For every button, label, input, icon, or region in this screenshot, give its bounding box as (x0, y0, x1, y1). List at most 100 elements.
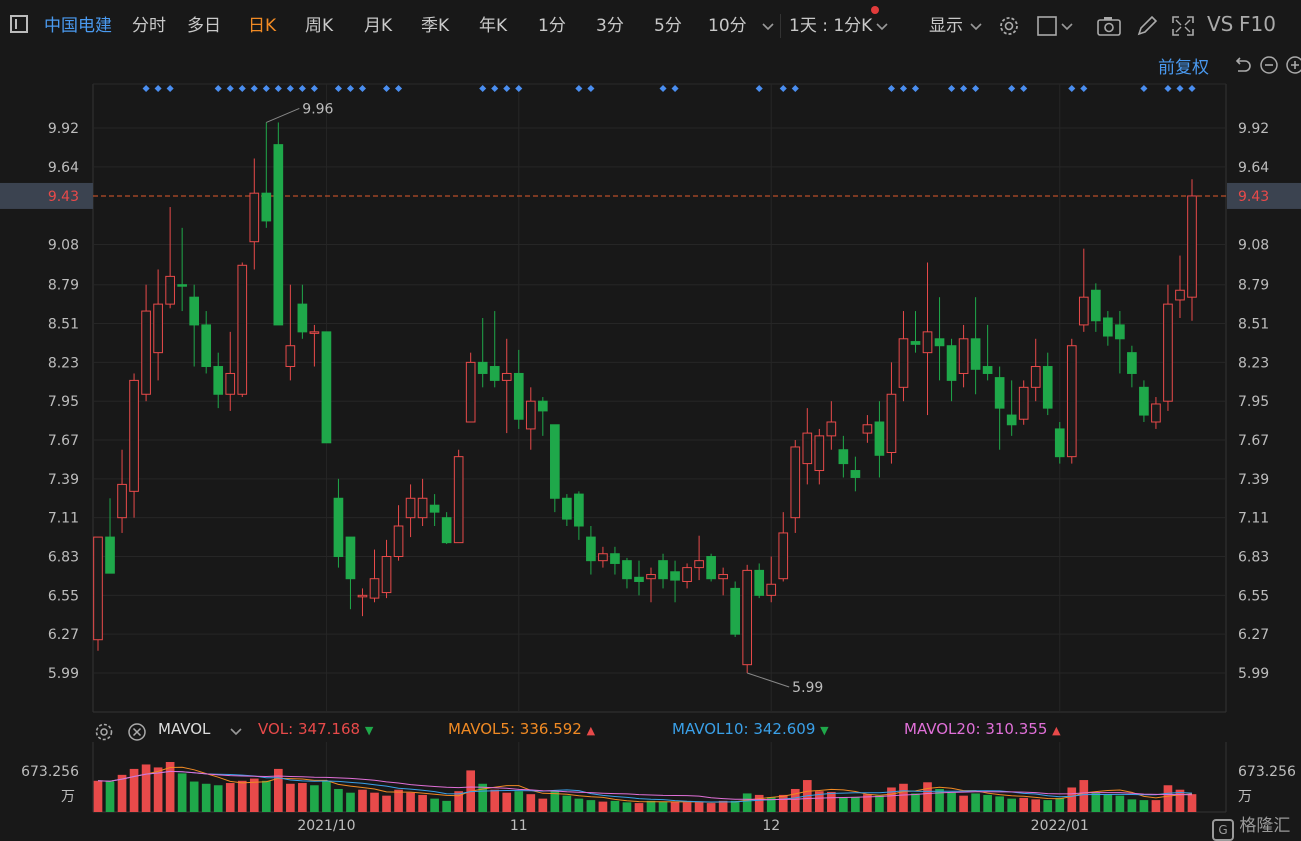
volume-bar (370, 792, 379, 812)
volume-bar (1079, 780, 1089, 812)
kline-chart[interactable]: 9.92 9.92 9.64 9.64 9.08 9.08 8.79 8.79 8.51 8.51… (0, 0, 1301, 841)
volume-bar (598, 801, 608, 812)
y-tick-label-right: 8.23 (1238, 355, 1269, 371)
mavol5-label: MAVOL5: 336.592 ▲ (448, 720, 595, 738)
event-marker (346, 84, 354, 93)
event-marker (755, 84, 763, 93)
candle-body (297, 303, 308, 333)
candle-body (766, 583, 777, 596)
event-marker (1164, 84, 1172, 93)
candle-body (237, 264, 248, 395)
high-annotation-line (266, 107, 300, 123)
event-marker (1176, 84, 1184, 93)
y-tick-label-right: 6.83 (1238, 550, 1269, 566)
brand-name: 格隆汇 (1239, 816, 1291, 836)
volume-bar (947, 792, 956, 812)
volume-bar (430, 798, 439, 812)
event-marker (1008, 84, 1016, 93)
y-tick-label-right: 8.51 (1238, 317, 1269, 333)
event-marker (298, 84, 306, 93)
candle-body (706, 556, 716, 580)
candle-body (249, 192, 260, 243)
volume-bar (875, 795, 884, 812)
y-tick-label-left: 8.23 (48, 355, 79, 371)
event-marker (1080, 84, 1088, 93)
event-marker (972, 84, 980, 93)
volume-bar (622, 802, 632, 812)
x-tick-label: 11 (510, 818, 528, 834)
candle-body (321, 331, 332, 444)
current-price-tag-left (0, 182, 93, 209)
event-marker (154, 84, 162, 93)
candle-body (1042, 366, 1053, 409)
up-arrow-icon: ▲ (586, 724, 596, 737)
candle-body (141, 310, 151, 395)
volume-bar (911, 793, 920, 812)
candle-body (453, 456, 464, 544)
indicator-chevron-icon[interactable] (228, 722, 244, 740)
volume-bar (394, 789, 403, 812)
candle-body (550, 424, 560, 499)
close-circle-icon[interactable] (126, 721, 148, 743)
volume-bar (165, 762, 175, 812)
volume-bar (754, 794, 764, 812)
event-marker (382, 84, 391, 93)
indicator-name[interactable]: MAVOL (158, 720, 210, 738)
candle-body (958, 338, 969, 374)
candle-body (489, 366, 500, 381)
high-price-label: 9.96 (302, 101, 333, 117)
volume-bar (1151, 800, 1161, 812)
volume-bar (406, 792, 415, 812)
settings-icon[interactable] (93, 721, 115, 743)
volume-bar (117, 774, 127, 812)
event-marker (142, 84, 150, 93)
candle-body (778, 532, 789, 580)
event-marker (1020, 84, 1028, 93)
candle-body (826, 421, 837, 437)
event-marker (503, 84, 511, 93)
volume-bar (670, 801, 680, 812)
volume-bar (694, 802, 704, 812)
volume-bar (177, 773, 187, 812)
volume-bar (1163, 785, 1173, 812)
candle-body (838, 449, 849, 465)
candle-body (922, 331, 933, 354)
event-marker (358, 84, 367, 93)
candle-body (1187, 195, 1197, 298)
candle-body (898, 338, 909, 388)
event-marker (226, 84, 234, 93)
volume-bar (634, 803, 644, 812)
volume-bar (730, 800, 740, 812)
event-marker (659, 84, 667, 93)
x-tick-label: 12 (762, 818, 780, 834)
event-marker (395, 84, 403, 93)
candle-body (658, 560, 668, 580)
event-marker (515, 84, 523, 93)
event-marker (899, 84, 908, 93)
event-marker (587, 84, 595, 93)
candle-body (562, 497, 572, 520)
candle-body (285, 345, 296, 368)
candle-body (1115, 324, 1125, 340)
volume-bar (237, 780, 247, 812)
candle-body (1066, 345, 1077, 458)
current-price-label-right: 9.43 (1238, 189, 1269, 205)
event-marker (671, 84, 679, 93)
mavol10-label: MAVOL10: 342.609 ▼ (672, 720, 829, 738)
volume-max-label-right: 673.256 (1238, 764, 1296, 780)
candle-body (874, 421, 885, 456)
y-tick-label-right: 7.39 (1238, 472, 1269, 488)
volume-bar (1031, 799, 1041, 812)
y-tick-label-left: 7.39 (48, 472, 79, 488)
up-arrow-icon: ▲ (1052, 724, 1061, 737)
candle-body (201, 324, 212, 368)
volume-bar (1127, 799, 1137, 812)
volume-bar (562, 795, 572, 812)
y-tick-label-left: 7.95 (48, 394, 79, 410)
candle-body (177, 284, 187, 287)
mavol5-label-text: MAVOL5: (448, 720, 516, 738)
y-tick-label-right: 7.67 (1238, 433, 1269, 449)
volume-bar (550, 791, 560, 812)
candle-body (477, 361, 488, 374)
low-annotation-line (747, 672, 790, 688)
